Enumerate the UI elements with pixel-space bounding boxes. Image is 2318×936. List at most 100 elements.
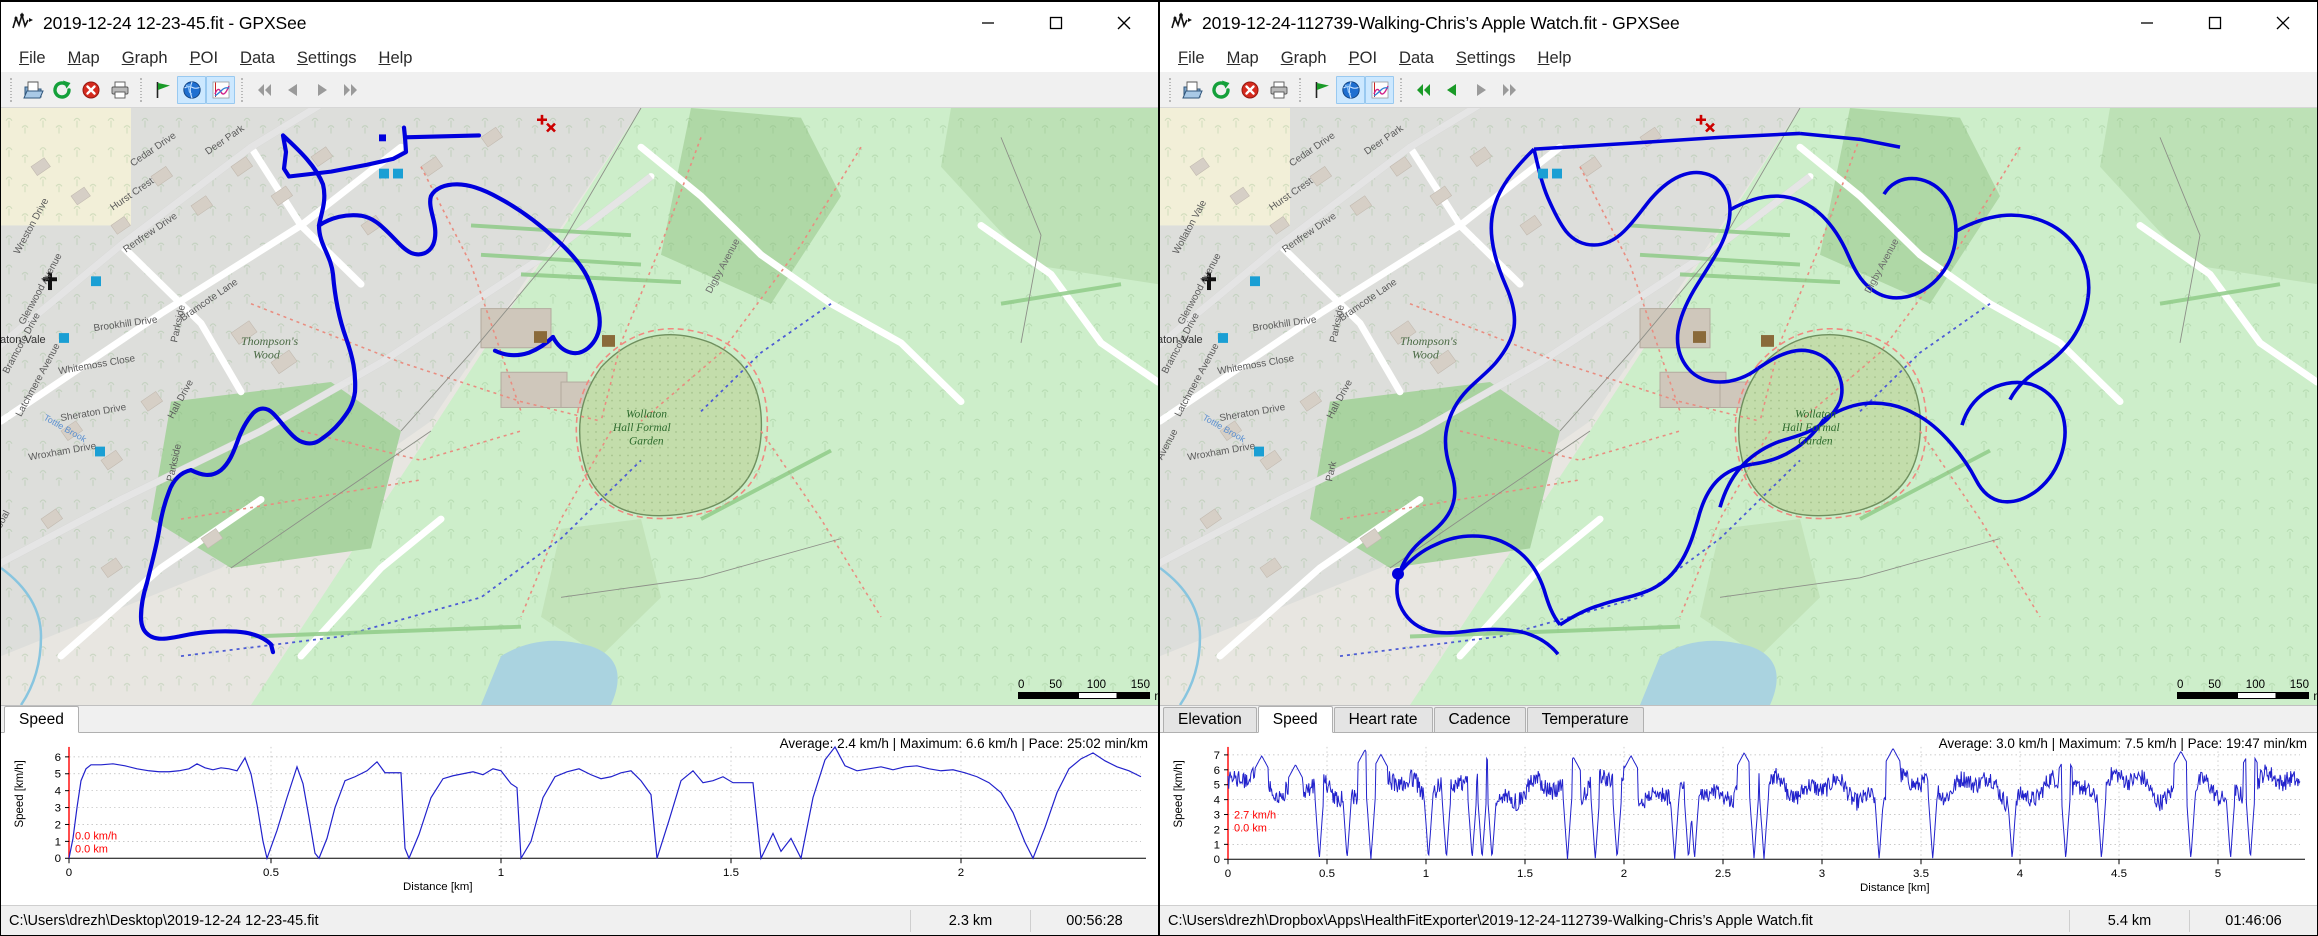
menu-data[interactable]: Data bbox=[1388, 47, 1445, 70]
menu-file[interactable]: File bbox=[8, 47, 57, 70]
next-button[interactable] bbox=[307, 76, 336, 104]
svg-text:Garden: Garden bbox=[629, 436, 664, 448]
minimize-button[interactable] bbox=[954, 2, 1022, 44]
toolbar-grip-3[interactable] bbox=[238, 77, 246, 103]
previous-button[interactable] bbox=[1437, 76, 1466, 104]
svg-text:Wood: Wood bbox=[253, 348, 280, 362]
menu-poi[interactable]: POI bbox=[179, 47, 229, 70]
svg-text:1: 1 bbox=[498, 867, 504, 879]
close-window-button[interactable] bbox=[1090, 2, 1158, 44]
window-controls-left bbox=[954, 2, 1158, 44]
window-title: 2019-12-24-112739-Walking-Chris’s Apple … bbox=[1202, 13, 1680, 34]
speed-chart-right: 765 432 10 Speed [km/h] 00.51 1.522.5 33… bbox=[1160, 733, 2317, 905]
svg-text:2.7 km/h: 2.7 km/h bbox=[1234, 810, 1276, 822]
reload-button[interactable] bbox=[1206, 76, 1235, 104]
maximize-button[interactable] bbox=[1022, 2, 1090, 44]
first-button[interactable] bbox=[249, 76, 278, 104]
open-file-button[interactable] bbox=[1177, 76, 1206, 104]
svg-text:Thompson's: Thompson's bbox=[1400, 334, 1458, 348]
close-file-button[interactable] bbox=[76, 76, 105, 104]
menu-help[interactable]: Help bbox=[1527, 47, 1583, 70]
svg-text:2: 2 bbox=[1621, 868, 1627, 880]
minimize-button[interactable] bbox=[2113, 2, 2181, 44]
first-button[interactable] bbox=[1408, 76, 1437, 104]
menu-help[interactable]: Help bbox=[368, 47, 424, 70]
tab-speed[interactable]: Speed bbox=[1258, 706, 1333, 733]
menu-poi[interactable]: POI bbox=[1338, 47, 1388, 70]
close-window-button[interactable] bbox=[2249, 2, 2317, 44]
menu-data[interactable]: Data bbox=[229, 47, 286, 70]
close-file-button[interactable] bbox=[1235, 76, 1264, 104]
print-button[interactable] bbox=[105, 76, 134, 104]
menu-settings-rest: ettings bbox=[308, 49, 357, 67]
map-view-left[interactable]: Cedar Drive Hurst Crest Deer Park Renfre… bbox=[1, 108, 1158, 705]
scale-unit: m bbox=[1154, 691, 1158, 703]
map-view-right[interactable]: Cedar Drive Hurst Crest Deer Park Renfre… bbox=[1160, 108, 2317, 705]
show-poi-button[interactable] bbox=[148, 76, 177, 104]
svg-text:7: 7 bbox=[1214, 750, 1220, 762]
svg-text:2: 2 bbox=[55, 819, 61, 831]
menu-graph[interactable]: Graph bbox=[1270, 47, 1338, 70]
show-map-button[interactable] bbox=[1336, 76, 1365, 104]
desktop: 2019-12-24 12-23-45.fit - GPXSee File Ma… bbox=[0, 0, 2318, 936]
menu-graph[interactable]: Graph bbox=[111, 47, 179, 70]
toolbar-grip[interactable] bbox=[7, 77, 15, 103]
tab-temperature[interactable]: Temperature bbox=[1527, 707, 1644, 732]
toolbar-grip-3[interactable] bbox=[1397, 77, 1405, 103]
show-poi-button[interactable] bbox=[1307, 76, 1336, 104]
scale-tick-1: 50 bbox=[1049, 679, 1062, 691]
next-button[interactable] bbox=[1466, 76, 1495, 104]
svg-text:1.5: 1.5 bbox=[723, 867, 739, 879]
toolbar-grip[interactable] bbox=[1166, 77, 1174, 103]
svg-text:1.5: 1.5 bbox=[1517, 868, 1533, 880]
svg-text:5: 5 bbox=[2215, 868, 2221, 880]
tab-heart-rate[interactable]: Heart rate bbox=[1334, 707, 1433, 732]
tab-elevation[interactable]: Elevation bbox=[1163, 707, 1257, 732]
window-title: 2019-12-24 12-23-45.fit - GPXSee bbox=[43, 13, 306, 34]
svg-text:2: 2 bbox=[1214, 824, 1220, 836]
svg-text:0: 0 bbox=[66, 867, 72, 879]
scale-bar-graphic bbox=[1018, 692, 1150, 699]
gpxsee-window-right: 2019-12-24-112739-Walking-Chris’s Apple … bbox=[1159, 0, 2318, 936]
svg-text:Wood: Wood bbox=[1412, 348, 1439, 362]
titlebar-right: 2019-12-24-112739-Walking-Chris’s Apple … bbox=[1160, 2, 2317, 44]
tab-speed[interactable]: Speed bbox=[4, 706, 79, 733]
status-file-path: C:\Users\drezh\Dropbox\Apps\HealthFitExp… bbox=[1160, 913, 2069, 929]
maximize-button[interactable] bbox=[2181, 2, 2249, 44]
show-graphs-button[interactable] bbox=[206, 76, 235, 104]
print-button[interactable] bbox=[1264, 76, 1293, 104]
svg-text:Speed [km/h]: Speed [km/h] bbox=[1173, 760, 1185, 827]
svg-text:6: 6 bbox=[55, 752, 61, 764]
svg-text:5: 5 bbox=[55, 769, 61, 781]
open-file-button[interactable] bbox=[18, 76, 47, 104]
reload-button[interactable] bbox=[47, 76, 76, 104]
graph-area-left[interactable]: Average: 2.4 km/h | Maximum: 6.6 km/h | … bbox=[1, 733, 1158, 905]
toolbar-grip-2[interactable] bbox=[137, 77, 145, 103]
status-distance: 5.4 km bbox=[2069, 910, 2189, 932]
menu-file[interactable]: File bbox=[1167, 47, 1216, 70]
menu-data-rest: ata bbox=[252, 49, 275, 67]
graph-area-right[interactable]: Average: 3.0 km/h | Maximum: 7.5 km/h | … bbox=[1160, 733, 2317, 905]
menu-settings[interactable]: Settings bbox=[286, 47, 368, 70]
svg-text:3.5: 3.5 bbox=[1913, 868, 1929, 880]
statusbar-left: C:\Users\drezh\Desktop\2019-12-24 12-23-… bbox=[1, 905, 1158, 935]
menu-map[interactable]: Map bbox=[57, 47, 111, 70]
gpxsee-window-left: 2019-12-24 12-23-45.fit - GPXSee File Ma… bbox=[0, 0, 1159, 936]
scale-tick-3: 150 bbox=[1131, 679, 1150, 691]
previous-button[interactable] bbox=[278, 76, 307, 104]
show-map-button[interactable] bbox=[177, 76, 206, 104]
svg-text:5: 5 bbox=[1214, 780, 1220, 792]
menu-map-rest: ap bbox=[81, 49, 99, 67]
last-button[interactable] bbox=[336, 76, 365, 104]
tab-cadence[interactable]: Cadence bbox=[1434, 707, 1526, 732]
menu-file-rest: ile bbox=[29, 49, 46, 67]
menu-map[interactable]: Map bbox=[1216, 47, 1270, 70]
menu-settings[interactable]: Settings bbox=[1445, 47, 1527, 70]
toolbar-right bbox=[1160, 72, 2317, 108]
svg-text:Distance [km]: Distance [km] bbox=[403, 881, 473, 893]
map-scale-bar: 0 50 100 150 m bbox=[1018, 679, 1150, 699]
titlebar-left: 2019-12-24 12-23-45.fit - GPXSee bbox=[1, 2, 1158, 44]
last-button[interactable] bbox=[1495, 76, 1524, 104]
toolbar-grip-2[interactable] bbox=[1296, 77, 1304, 103]
show-graphs-button[interactable] bbox=[1365, 76, 1394, 104]
